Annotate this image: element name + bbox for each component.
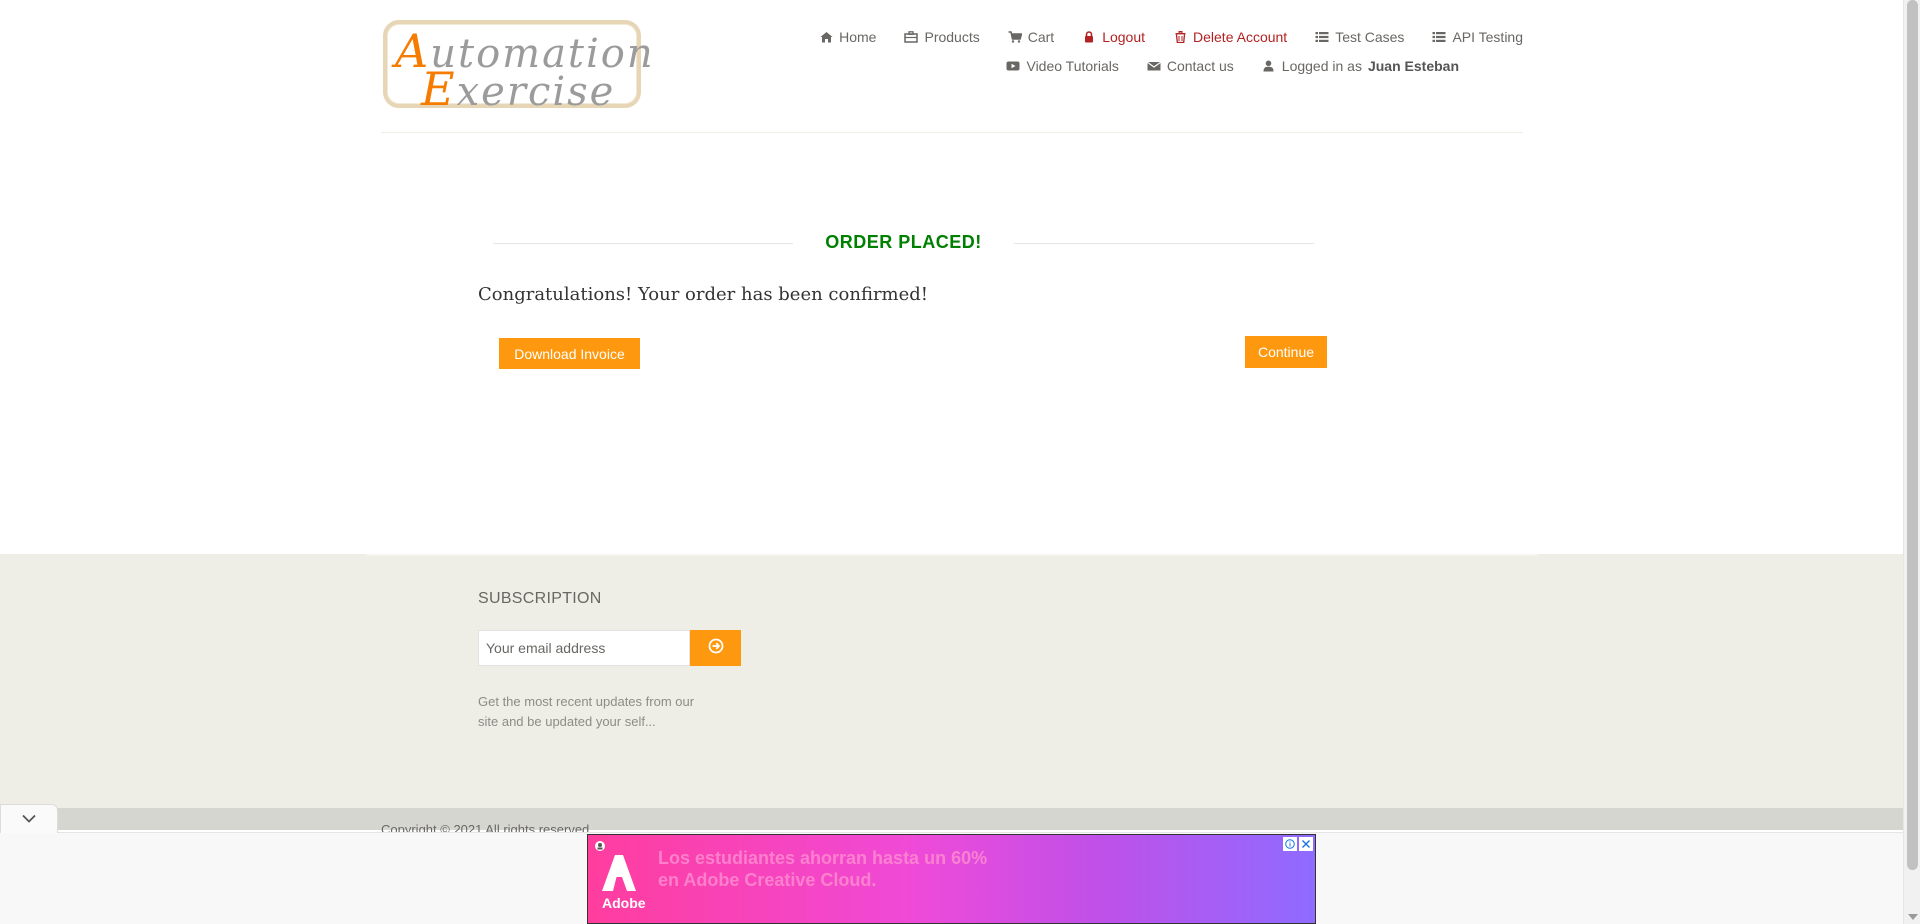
nav-home-label: Home [839,28,877,45]
arrow-circle-right-icon [708,638,724,659]
order-title-block: ORDER PLACED! [493,230,1314,254]
list-icon [1315,30,1329,44]
nav-cart[interactable]: Cart [1008,28,1054,45]
download-invoice-button[interactable]: Download Invoice [499,338,640,369]
cart-icon [1008,30,1022,44]
nav-test-cases[interactable]: Test Cases [1315,28,1404,45]
ad-collapse-toggle[interactable] [0,804,58,833]
subscription-description: Get the most recent updates from our sit… [478,694,695,729]
envelope-icon [1146,59,1161,73]
nav-logout-label: Logout [1102,28,1146,45]
ad-brand-name: Adobe [602,895,646,911]
site-footer: SUBSCRIPTION Get the most recent updates… [0,554,1903,808]
logo-word-exercise: xercise [456,69,616,115]
video-icon [1006,59,1020,73]
footer-bottom-bar [0,808,1903,830]
subscription-title: SUBSCRIPTION [478,590,602,607]
scroll-down-arrow-icon[interactable] [1908,914,1918,920]
chevron-down-icon [22,810,36,828]
nav-api-testing[interactable]: API Testing [1432,28,1523,45]
scrollbar-thumb[interactable] [1907,0,1918,870]
nav-delete-account[interactable]: Delete Account [1173,28,1287,45]
nav-products-label: Products [924,28,980,45]
nav-video-tutorials-label: Video Tutorials [1026,57,1119,74]
title-divider-right [1014,243,1314,244]
nav-logged-in: Logged in as Juan Esteban [1262,57,1459,74]
user-icon [1262,59,1276,73]
trash-icon [1173,30,1187,44]
footer-divider [367,554,1537,556]
continue-button[interactable]: Continue [1245,336,1327,368]
nav-logout[interactable]: Logout [1082,28,1145,45]
nav-cart-label: Cart [1027,28,1055,45]
ad-info-icon[interactable] [1283,837,1297,851]
subscribe-button[interactable] [690,630,741,666]
nav-video-tutorials[interactable]: Video Tutorials [1006,57,1119,74]
products-icon [904,30,919,44]
page-scrollbar[interactable] [1903,0,1920,924]
site-logo[interactable]: Automation Exercise [383,20,653,112]
nav-delete-account-label: Delete Account [1193,28,1288,45]
nav-contact-us-label: Contact us [1166,57,1234,74]
logged-in-username: Juan Esteban [1367,57,1459,74]
nav-contact-us[interactable]: Contact us [1146,57,1234,74]
logged-in-prefix: Logged in as [1281,57,1362,74]
ad-headline: Los estudiantes ahorran hasta un 60% en … [658,848,988,890]
ad-choices-icon[interactable] [594,839,606,851]
logo-letter-e: E [421,62,457,116]
nav-products[interactable]: Products [904,28,980,45]
site-header: Automation Exercise Home Products Cart L… [381,0,1523,133]
nav-row-1: Home Products Cart Logout Delete Account… [763,28,1523,45]
home-icon [819,30,833,44]
page: Automation Exercise Home Products Cart L… [0,0,1903,924]
nav-row-2: Video Tutorials Contact us Logged in as … [763,57,1523,74]
ad-close-icon[interactable] [1299,837,1313,851]
nav-home[interactable]: Home [819,28,876,45]
title-divider-left [493,243,793,244]
list-icon [1432,30,1446,44]
main-nav: Home Products Cart Logout Delete Account… [763,28,1523,86]
adobe-ad-banner[interactable]: Adobe Los estudiantes ahorran hasta un 6… [587,834,1316,924]
lock-icon [1082,30,1096,44]
order-placed-title: ORDER PLACED! [825,232,982,252]
nav-api-testing-label: API Testing [1452,28,1523,45]
order-confirmation-message: Congratulations! Your order has been con… [478,284,929,305]
nav-test-cases-label: Test Cases [1335,28,1405,45]
subscription-email-input[interactable] [478,630,690,666]
